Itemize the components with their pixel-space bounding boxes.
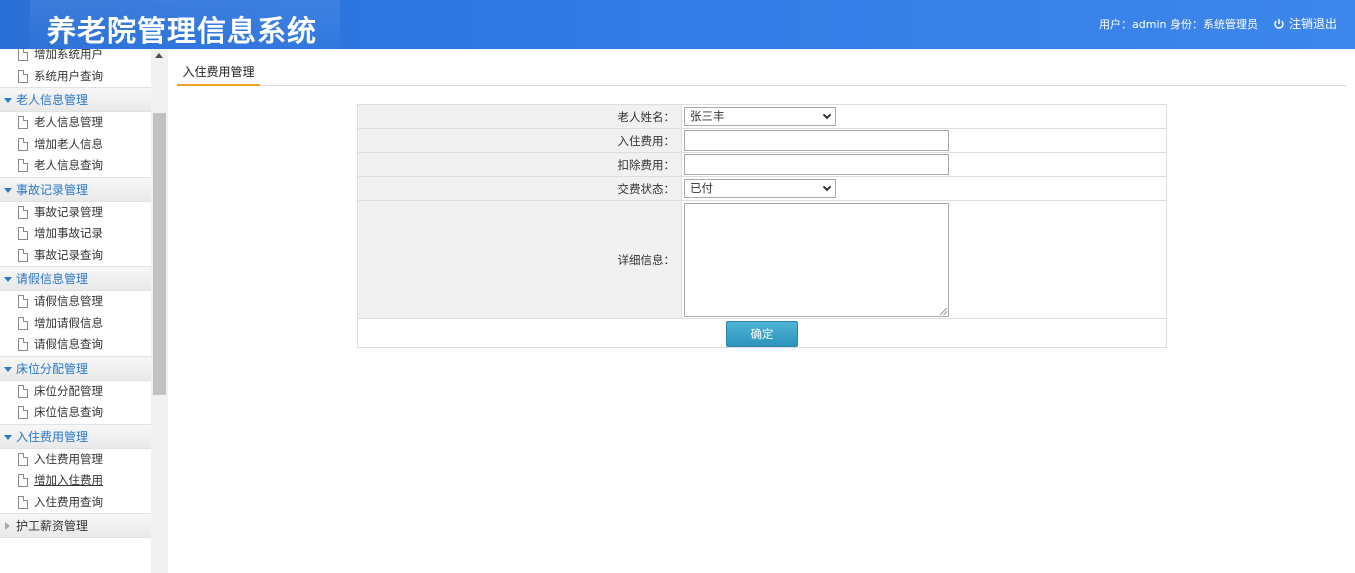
sidebar-group-bed[interactable]: 床位分配管理	[0, 355, 151, 381]
document-icon	[18, 338, 28, 351]
sidebar-item-accident-add[interactable]: 增加事故记录	[0, 223, 151, 245]
sidebar-item-add-system-user[interactable]: 增加系统用户	[0, 49, 151, 66]
sidebar-item-elder-query[interactable]: 老人信息查询	[0, 155, 151, 177]
sidebar-group-accident[interactable]: 事故记录管理	[0, 176, 151, 202]
sidebar-group-elder-info[interactable]: 老人信息管理	[0, 87, 151, 112]
sidebar-group-checkin-fee[interactable]: 入住费用管理	[0, 423, 151, 449]
document-icon	[18, 69, 28, 83]
sidebar-item-fee-manage[interactable]: 入住费用管理	[0, 449, 151, 471]
document-icon	[18, 452, 28, 466]
main-content: 入住费用管理 老人姓名： 张三丰 入住费用： 扣除费用： 交费状态： 已付 详细…	[168, 49, 1355, 573]
chevron-down-icon	[822, 182, 832, 192]
document-icon	[18, 406, 28, 419]
sidebar-item-elder-add[interactable]: 增加老人信息	[0, 134, 151, 156]
document-icon	[18, 316, 28, 330]
pay-status-label: 交费状态：	[357, 176, 682, 201]
sidebar-item-bed-manage[interactable]: 床位分配管理	[0, 381, 151, 403]
sidebar-item-accident-query[interactable]: 事故记录查询	[0, 245, 151, 267]
expand-arrow-icon	[4, 98, 12, 103]
checkin-fee-input[interactable]	[684, 130, 949, 151]
fee-form: 老人姓名： 张三丰 入住费用： 扣除费用： 交费状态： 已付 详细信息： 确定	[357, 104, 1167, 348]
sidebar-item-leave-query[interactable]: 请假信息查询	[0, 334, 151, 356]
submit-button[interactable]: 确定	[726, 320, 798, 347]
sidebar-item-fee-query[interactable]: 入住费用查询	[0, 492, 151, 514]
sidebar-item-accident-manage[interactable]: 事故记录管理	[0, 202, 151, 224]
expand-arrow-icon	[4, 434, 12, 440]
sidebar-item-bed-query[interactable]: 床位信息查询	[0, 402, 151, 424]
sidebar-group-nurse-salary[interactable]: 护工薪资管理	[0, 513, 151, 538]
checkin-fee-label: 入住费用：	[357, 128, 682, 153]
document-icon	[18, 295, 28, 308]
document-icon	[18, 248, 28, 262]
document-icon	[18, 137, 28, 151]
sidebar-item-elder-manage[interactable]: 老人信息管理	[0, 112, 151, 134]
app-title: 养老院管理信息系统	[47, 14, 318, 48]
document-icon	[18, 116, 28, 129]
document-icon	[18, 159, 28, 172]
deduct-fee-input[interactable]	[684, 154, 949, 175]
tab-bar: 入住费用管理	[177, 64, 1346, 86]
sidebar-item-system-user-query[interactable]: 系统用户查询	[0, 66, 151, 88]
scroll-up-arrow-icon[interactable]	[155, 53, 163, 58]
document-icon	[18, 384, 28, 398]
logout-button[interactable]: 注销退出	[1273, 15, 1337, 32]
expand-arrow-icon	[4, 366, 12, 372]
resize-grip-icon[interactable]	[940, 308, 947, 315]
detail-label: 详细信息：	[357, 200, 682, 319]
sidebar-item-fee-add[interactable]: 增加入住费用	[0, 470, 151, 492]
logout-label: 注销退出	[1288, 17, 1337, 31]
chevron-down-icon	[822, 110, 832, 120]
expand-arrow-icon	[4, 187, 12, 193]
sidebar-group-leave[interactable]: 请假信息管理	[0, 266, 151, 291]
app-header: 养老院管理信息系统 用户：admin 身份：系统管理员 注销退出	[0, 0, 1355, 49]
document-icon	[18, 49, 28, 61]
elder-name-select[interactable]: 张三丰	[684, 107, 836, 126]
document-icon	[18, 474, 28, 487]
document-icon	[18, 205, 28, 219]
sidebar-item-leave-add[interactable]: 增加请假信息	[0, 313, 151, 335]
tab-checkin-fee[interactable]: 入住费用管理	[177, 64, 260, 86]
document-icon	[18, 495, 28, 509]
sidebar-item-leave-manage[interactable]: 请假信息管理	[0, 291, 151, 313]
scroll-thumb[interactable]	[153, 113, 166, 395]
power-icon	[1274, 18, 1284, 29]
document-icon	[18, 227, 28, 240]
expand-arrow-icon	[4, 277, 12, 282]
deduct-fee-label: 扣除费用：	[357, 152, 682, 177]
detail-textarea[interactable]	[684, 203, 949, 317]
user-info: 用户：admin 身份：系统管理员	[1099, 18, 1258, 31]
collapsed-arrow-icon	[5, 522, 10, 530]
elder-name-label: 老人姓名：	[357, 104, 682, 129]
sidebar-scrollbar[interactable]	[151, 49, 168, 573]
pay-status-select[interactable]: 已付	[684, 179, 836, 198]
sidebar: 增加系统用户 系统用户查询 老人信息管理 老人信息管理 增加老人信息 老人信息查…	[0, 49, 151, 573]
